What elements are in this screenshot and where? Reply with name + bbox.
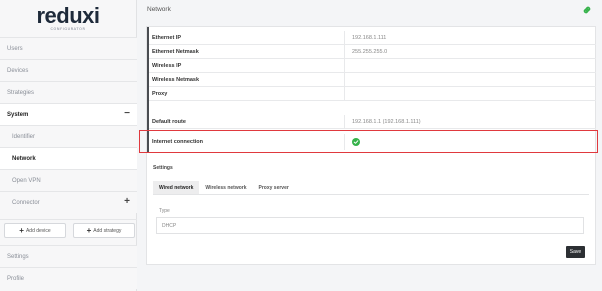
tab-wireless-network[interactable]: Wireless network bbox=[199, 181, 252, 194]
logo[interactable]: reduxi CONFIGURATOR bbox=[0, 0, 136, 36]
type-value: DHCP bbox=[162, 222, 177, 229]
property-row: Wireless Netmask bbox=[149, 73, 596, 87]
tab-wired-network[interactable]: Wired network bbox=[153, 181, 200, 194]
settings-heading: Settings bbox=[153, 165, 173, 171]
sidebar-item-label: Open VPN bbox=[12, 177, 41, 184]
property-row: Ethernet Netmask 255.255.255.0 bbox=[149, 45, 596, 59]
sidebar-item-open-vpn[interactable]: Open VPN bbox=[0, 169, 137, 191]
save-button[interactable]: Save bbox=[566, 246, 585, 258]
collapse-icon[interactable]: − bbox=[124, 108, 130, 120]
add-strategy-label: Add strategy bbox=[93, 227, 122, 234]
property-row: Default route 192.168.1.1 (192.168.1.111… bbox=[149, 115, 596, 129]
sidebar-item-system[interactable]: System − bbox=[0, 103, 137, 125]
sidebar-item-label: Identifier bbox=[12, 133, 36, 140]
sidebar-item-devices[interactable]: Devices bbox=[0, 59, 137, 81]
property-key: Default route bbox=[149, 115, 345, 128]
add-strategy-button[interactable]: + Add strategy bbox=[73, 223, 135, 238]
plus-icon: + bbox=[86, 225, 92, 235]
property-key: Ethernet Netmask bbox=[149, 45, 345, 58]
sidebar-item-users[interactable]: Users bbox=[0, 37, 137, 59]
property-row: Wireless IP bbox=[149, 59, 596, 73]
sidebar-item-label: System bbox=[7, 111, 29, 118]
sidebar-item-label: Network bbox=[12, 155, 36, 162]
sidebar-actions: + Add device + Add strategy bbox=[0, 219, 137, 241]
expand-icon[interactable]: + bbox=[124, 196, 130, 208]
sidebar-item-profile[interactable]: Profile bbox=[0, 267, 137, 289]
sidebar-item-label: Connector bbox=[12, 199, 40, 206]
property-value: 192.168.1.111 bbox=[352, 34, 387, 41]
sidebar-item-network[interactable]: Network bbox=[0, 147, 137, 169]
sidebar-item-settings[interactable]: Settings bbox=[0, 245, 137, 267]
plus-icon: + bbox=[19, 225, 24, 235]
sidebar-item-identifier[interactable]: Identifier bbox=[0, 125, 137, 147]
property-value: 192.168.1.1 (192.168.1.111) bbox=[352, 118, 421, 125]
settings-tabs: Wired network Wireless network Proxy ser… bbox=[153, 181, 295, 194]
property-key: Proxy bbox=[149, 87, 345, 100]
property-row: Ethernet IP 192.168.1.111 bbox=[149, 31, 596, 45]
tab-proxy-server[interactable]: Proxy server bbox=[253, 181, 295, 194]
property-key: Wireless Netmask bbox=[149, 73, 345, 86]
property-row: Proxy bbox=[149, 87, 596, 101]
sidebar-item-strategies[interactable]: Strategies bbox=[0, 81, 137, 103]
sidebar-item-label: Devices bbox=[7, 67, 29, 74]
add-device-label: Add device bbox=[25, 227, 51, 234]
tab-divider bbox=[153, 194, 589, 195]
highlight-box bbox=[139, 130, 598, 153]
property-key: Ethernet IP bbox=[149, 31, 345, 44]
link-icon[interactable] bbox=[582, 5, 592, 15]
property-key: Wireless IP bbox=[149, 59, 345, 72]
add-device-button[interactable]: + Add device bbox=[4, 223, 66, 238]
sidebar-item-label: Profile bbox=[7, 275, 25, 282]
property-value: 255.255.255.0 bbox=[352, 48, 388, 55]
sidebar-item-label: Settings bbox=[7, 253, 29, 260]
sidebar-item-connector[interactable]: Connector + bbox=[0, 191, 137, 213]
sidebar: reduxi CONFIGURATOR Users Devices Strate… bbox=[0, 0, 137, 291]
page-header: Network bbox=[138, 0, 602, 22]
page-title: Network bbox=[147, 6, 171, 13]
logo-tagline: CONFIGURATOR bbox=[50, 26, 86, 31]
sidebar-item-label: Strategies bbox=[7, 89, 35, 96]
type-field[interactable]: DHCP bbox=[156, 217, 584, 234]
logo-text: reduxi bbox=[36, 2, 100, 28]
sidebar-item-label: Users bbox=[7, 45, 23, 52]
type-label: Type bbox=[159, 208, 170, 214]
